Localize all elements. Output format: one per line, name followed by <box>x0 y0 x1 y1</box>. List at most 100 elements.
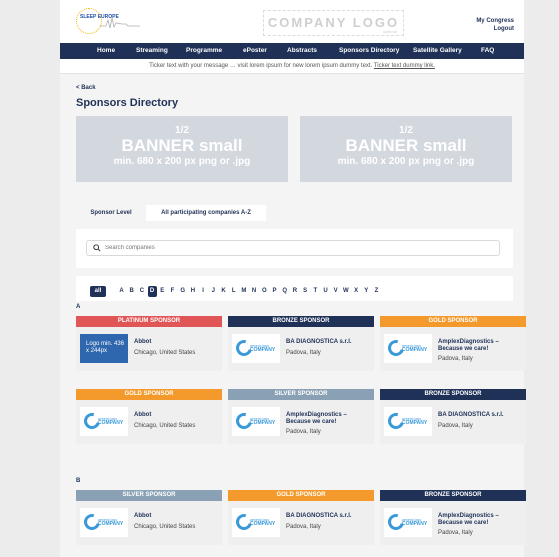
sponsor-card-body: generic logo COMPANY BA DIAGNOSTICA s.r.l.… <box>228 501 374 545</box>
company-name[interactable]: Abbot <box>134 513 218 520</box>
generic-company-logo: generic logo COMPANY <box>232 334 280 363</box>
letter-p[interactable]: P <box>270 286 279 297</box>
nav-faq[interactable]: FAQ <box>481 47 494 54</box>
letter-all[interactable]: all <box>90 286 106 297</box>
letter-r[interactable]: R <box>290 286 299 297</box>
site-header: SLEEP EUROPE COMPANY LOGO optional My Co… <box>60 0 524 43</box>
directory-tabs: Sponsor Level All participating companie… <box>76 205 513 221</box>
congress-logo[interactable]: SLEEP EUROPE <box>76 8 156 36</box>
sleep-wave-icon <box>100 17 140 29</box>
account-links: My Congress Logout <box>476 17 514 33</box>
letter-m[interactable]: M <box>239 286 248 297</box>
banner-right[interactable]: 1/2 BANNER small min. 680 x 200 px png o… <box>300 116 512 182</box>
page-title: Sponsors Directory <box>76 97 179 109</box>
sponsor-card-body: generic logo COMPANY BA DIAGNOSTICA s.r.l.… <box>380 400 526 444</box>
company-logo-placeholder: Logo min. 436 x 244px <box>80 334 128 363</box>
letter-s[interactable]: S <box>301 286 310 297</box>
generic-company-logo: generic logo COMPANY <box>80 508 128 537</box>
main-nav: Home Streaming Programme ePoster Abstrac… <box>60 43 524 59</box>
company-name[interactable]: AmplexDiagnostics – Because we care! <box>286 412 370 426</box>
letter-k[interactable]: K <box>219 286 228 297</box>
sponsor-level-badge: PLATINUM SPONSOR <box>76 316 222 327</box>
sponsor-level-badge: GOLD SPONSOR <box>76 389 222 400</box>
sponsor-card[interactable]: GOLD SPONSOR generic logo COMPANY BA DIAGNO… <box>228 490 374 545</box>
letter-c[interactable]: C <box>137 286 146 297</box>
nav-sponsors-directory[interactable]: Sponsors Directory <box>339 47 399 54</box>
letter-e[interactable]: E <box>158 286 167 297</box>
company-location: Padova, Italy <box>438 530 473 536</box>
my-congress-link[interactable]: My Congress <box>476 17 514 25</box>
letter-t[interactable]: T <box>311 286 320 297</box>
tab-sponsor-level[interactable]: Sponsor Level <box>76 205 146 221</box>
nav-eposter[interactable]: ePoster <box>243 47 267 54</box>
generic-company-logo: generic logo COMPANY <box>232 407 280 436</box>
search-input[interactable] <box>86 240 500 256</box>
nav-satellite-gallery[interactable]: Satellite Gallery <box>413 47 462 54</box>
letter-x[interactable]: X <box>352 286 361 297</box>
company-name[interactable]: BA DIAGNOSTICA s.r.l. <box>438 412 522 419</box>
letter-l[interactable]: L <box>229 286 238 297</box>
letter-h[interactable]: H <box>188 286 197 297</box>
sponsor-card[interactable]: SILVER SPONSOR generic logo COMPANY AmplexD… <box>228 389 374 444</box>
generic-company-logo: generic logo COMPANY <box>80 407 128 436</box>
company-location: Padova, Italy <box>286 429 321 435</box>
sponsor-level-badge: SILVER SPONSOR <box>228 389 374 400</box>
letter-j[interactable]: J <box>209 286 218 297</box>
back-link[interactable]: < Back <box>76 85 96 91</box>
company-name[interactable]: BA DIAGNOSTICA s.r.l. <box>286 339 370 346</box>
sponsor-card[interactable]: BRONZE SPONSOR generic logo COMPANY BA DIAG… <box>228 316 374 371</box>
company-name[interactable]: BA DIAGNOSTICA s.r.l. <box>286 513 370 520</box>
sponsor-card-body: generic logo COMPANY AmplexDiagnostics – B… <box>228 400 374 444</box>
sponsor-card-body: generic logo COMPANY AmplexDiagnostics – B… <box>380 501 526 545</box>
letter-b[interactable]: B <box>127 286 136 297</box>
letter-a[interactable]: A <box>117 286 126 297</box>
tab-all-companies[interactable]: All participating companies A-Z <box>146 205 266 221</box>
company-logo: COMPANY LOGO optional <box>263 10 404 36</box>
letter-w[interactable]: W <box>341 286 350 297</box>
section-letter: B <box>76 478 81 484</box>
letter-o[interactable]: O <box>260 286 269 297</box>
sponsor-card[interactable]: BRONZE SPONSOR generic logo COMPANY BA DIAG… <box>380 389 526 444</box>
nav-abstracts[interactable]: Abstracts <box>287 47 317 54</box>
company-name[interactable]: AmplexDiagnostics – Because we care! <box>438 513 522 527</box>
sponsor-level-badge: GOLD SPONSOR <box>228 490 374 501</box>
nav-streaming[interactable]: Streaming <box>136 47 168 54</box>
generic-company-logo: generic logo COMPANY <box>384 407 432 436</box>
ticker-link[interactable]: Ticker text dummy link. <box>374 63 435 69</box>
chevron-left-icon: < <box>76 85 80 91</box>
sponsor-level-badge: BRONZE SPONSOR <box>380 389 526 400</box>
sponsor-card-body: generic logo COMPANY Abbot Chicago, United … <box>76 400 222 444</box>
ticker-bar: Ticker text with your message … visit lo… <box>60 59 524 74</box>
sponsor-card[interactable]: GOLD SPONSOR generic logo COMPANY Abbot Chic… <box>76 389 222 444</box>
letter-q[interactable]: Q <box>280 286 289 297</box>
company-name[interactable]: Abbot <box>134 412 218 419</box>
sponsor-card[interactable]: SILVER SPONSOR generic logo COMPANY Abbot Ch… <box>76 490 222 545</box>
letter-y[interactable]: Y <box>362 286 371 297</box>
letter-d[interactable]: D <box>147 286 157 297</box>
letter-g[interactable]: G <box>178 286 187 297</box>
sponsor-card-body: generic logo COMPANY BA DIAGNOSTICA s.r.l.… <box>228 327 374 371</box>
section-letter: A <box>76 304 81 310</box>
sponsor-card-body: generic logo COMPANY Abbot Chicago, United … <box>76 501 222 545</box>
sponsor-card[interactable]: BRONZE SPONSOR generic logo COMPANY AmplexD… <box>380 490 526 545</box>
letter-v[interactable]: V <box>331 286 340 297</box>
page: SLEEP EUROPE COMPANY LOGO optional My Co… <box>60 0 526 557</box>
sponsor-level-badge: BRONZE SPONSOR <box>380 490 526 501</box>
company-name[interactable]: AmplexDiagnostics – Because we care! <box>438 339 522 353</box>
stars-badge-icon <box>76 8 102 34</box>
letter-i[interactable]: I <box>199 286 208 297</box>
nav-home[interactable]: Home <box>97 47 115 54</box>
letter-f[interactable]: F <box>168 286 177 297</box>
alphabet-filter: all ABCDEFGHIJKLMNOPQRSTUVWXYZ <box>76 276 513 301</box>
company-name[interactable]: Abbot <box>134 339 218 346</box>
nav-programme[interactable]: Programme <box>186 47 222 54</box>
sponsor-card[interactable]: PLATINUM SPONSOR Logo min. 436 x 244px Abb… <box>76 316 222 371</box>
letter-u[interactable]: U <box>321 286 330 297</box>
sponsor-level-badge: SILVER SPONSOR <box>76 490 222 501</box>
company-location: Chicago, United States <box>134 524 196 530</box>
letter-z[interactable]: Z <box>372 286 381 297</box>
sponsor-card[interactable]: GOLD SPONSOR generic logo COMPANY AmplexDia… <box>380 316 526 371</box>
logout-link[interactable]: Logout <box>476 25 514 33</box>
letter-n[interactable]: N <box>250 286 259 297</box>
banner-left[interactable]: 1/2 BANNER small min. 680 x 200 px png o… <box>76 116 288 182</box>
